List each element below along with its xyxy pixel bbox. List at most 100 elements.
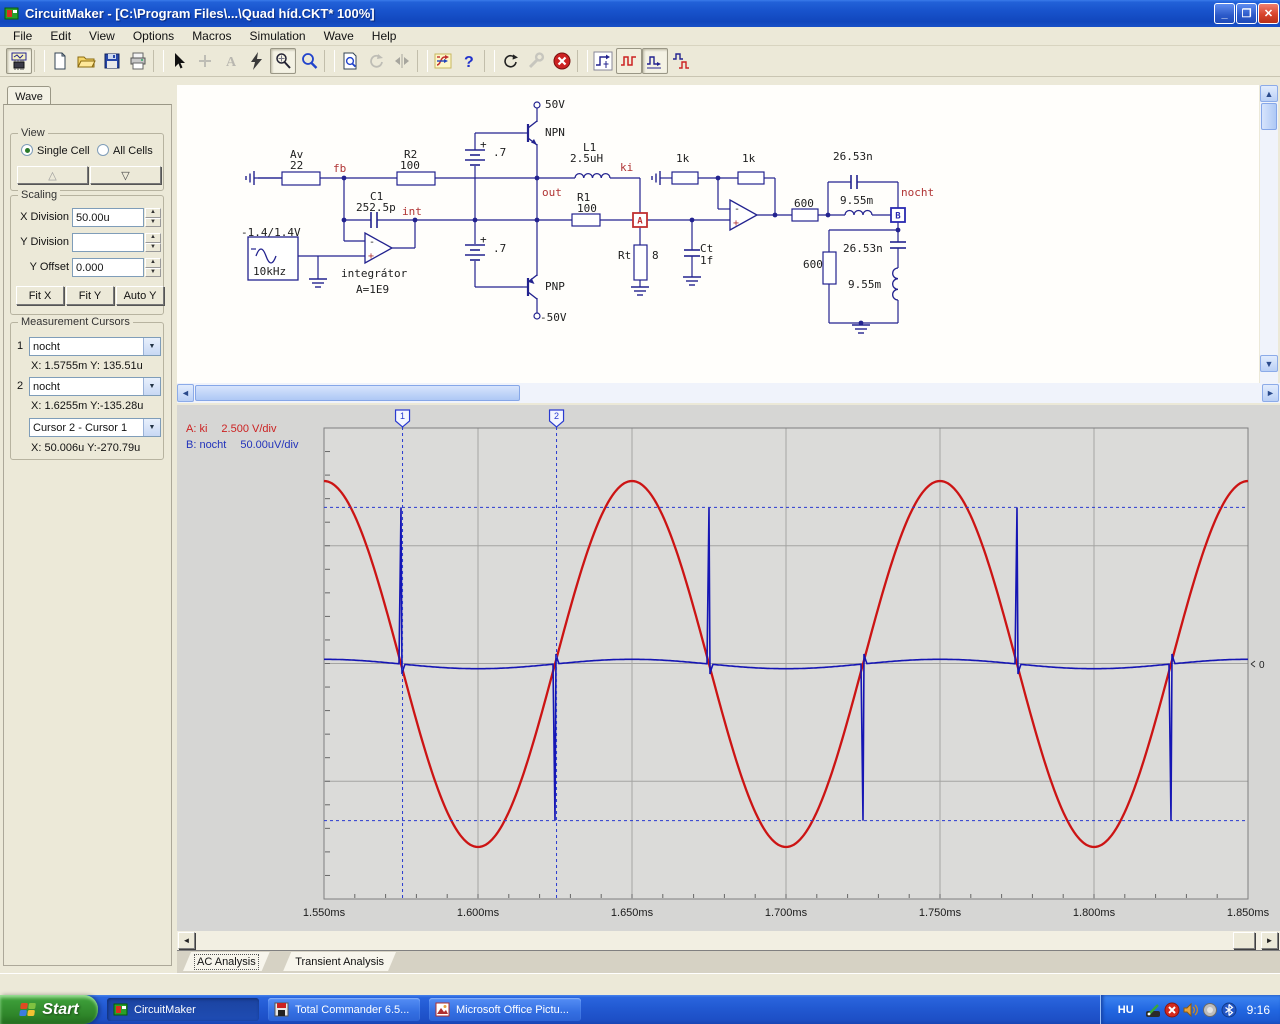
start-label: Start bbox=[42, 1000, 79, 1018]
schematic-drawing: - + - + A B bbox=[245, 101, 906, 334]
cell-up-button[interactable]: △ bbox=[17, 166, 88, 184]
print-icon[interactable] bbox=[125, 48, 151, 74]
check-connections-icon[interactable] bbox=[430, 48, 456, 74]
tablet-pen-icon[interactable] bbox=[1145, 1002, 1161, 1018]
tab-wave[interactable]: Wave bbox=[7, 86, 51, 106]
maximize-button[interactable]: ❐ bbox=[1236, 3, 1257, 24]
menu-edit[interactable]: Edit bbox=[41, 27, 80, 45]
cell-down-button[interactable]: ▽ bbox=[90, 166, 161, 184]
rotate-icon[interactable] bbox=[363, 48, 389, 74]
combo-arrow-icon[interactable]: ▼ bbox=[143, 419, 160, 436]
probe-tool-icon[interactable] bbox=[270, 48, 296, 74]
wire-plus-tool-icon[interactable] bbox=[192, 48, 218, 74]
tab-ac-analysis[interactable]: AC Analysis bbox=[183, 952, 270, 971]
scroll-right-arrow-icon[interactable]: ► bbox=[1262, 384, 1279, 402]
tab-label: AC Analysis bbox=[197, 955, 256, 968]
input-y-offset[interactable]: 0.000 bbox=[72, 258, 144, 277]
scroll-up-arrow-icon[interactable]: ▲ bbox=[1260, 85, 1278, 102]
schematic-canvas[interactable]: - + - + A B 50V NPN Av 22 fb R2 100 C1 252.5p int out -1.… bbox=[177, 85, 1259, 383]
menu-view[interactable]: View bbox=[80, 27, 124, 45]
open-folder-icon[interactable] bbox=[73, 48, 99, 74]
menu-options[interactable]: Options bbox=[124, 27, 183, 45]
menu-simulation[interactable]: Simulation bbox=[241, 27, 315, 45]
fit-y-button[interactable]: Fit Y bbox=[66, 286, 114, 305]
volume-icon[interactable] bbox=[1183, 1002, 1199, 1018]
wave-scroll-thumb[interactable] bbox=[1233, 932, 1255, 949]
spinner-y-offset[interactable]: ▲ ▼ bbox=[145, 258, 161, 277]
tab-label: Transient Analysis bbox=[295, 955, 385, 968]
spin-down-icon[interactable]: ▼ bbox=[145, 242, 161, 252]
bluetooth-icon[interactable] bbox=[1221, 1002, 1237, 1018]
analog-waveform-icon[interactable] bbox=[642, 48, 668, 74]
cursor-diff-combo[interactable]: Cursor 2 - Cursor 1 ▼ bbox=[29, 418, 161, 437]
new-document-icon[interactable] bbox=[47, 48, 73, 74]
combo-arrow-icon[interactable]: ▼ bbox=[143, 338, 160, 355]
taskbar-task-total[interactable]: Total Commander 6.5... bbox=[268, 998, 420, 1021]
digital-waveform-icon[interactable] bbox=[616, 48, 642, 74]
board-browser-icon[interactable] bbox=[6, 48, 32, 74]
combo-arrow-icon[interactable]: ▼ bbox=[143, 378, 160, 395]
security-alert-icon[interactable] bbox=[1164, 1002, 1180, 1018]
auto-y-button[interactable]: Auto Y bbox=[116, 286, 164, 305]
scroll-down-arrow-icon[interactable]: ▼ bbox=[1260, 355, 1278, 372]
cursor-2-source-combo[interactable]: nocht ▼ bbox=[29, 377, 161, 396]
tab-transient-analysis[interactable]: Transient Analysis bbox=[283, 952, 396, 971]
x-tick-label: 1.700ms bbox=[765, 907, 808, 919]
spinner-x-division[interactable]: ▲ ▼ bbox=[145, 208, 161, 227]
zoom-tool-icon[interactable] bbox=[296, 48, 322, 74]
toolbar: A? bbox=[0, 46, 1280, 77]
cursor-tool-icon[interactable] bbox=[166, 48, 192, 74]
svg-text:-: - bbox=[369, 237, 375, 248]
menu-macros[interactable]: Macros bbox=[183, 27, 240, 45]
find-part-icon[interactable] bbox=[337, 48, 363, 74]
save-icon[interactable] bbox=[99, 48, 125, 74]
wave-scroll-left-icon[interactable]: ◄ bbox=[178, 932, 195, 949]
scroll-left-arrow-icon[interactable]: ◄ bbox=[177, 384, 194, 402]
scaling-group: Scaling X Division 50.00u ▲ ▼ Y Division ▲ ▼ Y … bbox=[10, 189, 164, 315]
radio-all-cells[interactable] bbox=[97, 144, 109, 156]
minimize-button[interactable]: _ bbox=[1214, 3, 1235, 24]
mixed-waveform-icon[interactable] bbox=[668, 48, 694, 74]
cursor-flag-label: 1 bbox=[400, 411, 405, 421]
fit-x-button[interactable]: Fit X bbox=[16, 286, 64, 305]
spinner-y-division[interactable]: ▲ ▼ bbox=[145, 233, 161, 252]
input-x-division[interactable]: 50.00u bbox=[72, 208, 144, 227]
taskbar-task-circuitmaker[interactable]: CircuitMaker bbox=[107, 998, 259, 1021]
spin-up-icon[interactable]: ▲ bbox=[145, 233, 161, 243]
schematic-label-int: int bbox=[402, 205, 422, 218]
reset-icon[interactable] bbox=[497, 48, 523, 74]
hardware-icon[interactable] bbox=[1202, 1002, 1218, 1018]
text-tool-icon[interactable]: A bbox=[218, 48, 244, 74]
field-label-y-offset: Y Offset bbox=[29, 261, 69, 273]
language-indicator[interactable]: HU bbox=[1113, 1003, 1139, 1017]
spin-down-icon[interactable]: ▼ bbox=[145, 267, 161, 277]
taskbar-task-microsoft[interactable]: Microsoft Office Pictu... bbox=[429, 998, 581, 1021]
radio-single-cell[interactable] bbox=[21, 144, 33, 156]
spin-up-icon[interactable]: ▲ bbox=[145, 208, 161, 218]
x-tick-label: 1.650ms bbox=[611, 907, 654, 919]
waveform-chart[interactable]: 1 2 0 1.550ms 1.600ms 1.650ms 1.700ms 1.750ms 1.… bbox=[177, 405, 1280, 931]
start-button[interactable]: Start bbox=[0, 995, 98, 1024]
input-y-division[interactable] bbox=[72, 233, 144, 252]
lightning-delete-icon[interactable] bbox=[244, 48, 270, 74]
x-tick-label: 1.600ms bbox=[457, 907, 500, 919]
schematic-vscrollbar[interactable]: ▲ ▼ bbox=[1260, 85, 1278, 383]
vscroll-thumb[interactable] bbox=[1261, 103, 1277, 130]
wrench-icon[interactable] bbox=[523, 48, 549, 74]
transient-setup-icon[interactable] bbox=[590, 48, 616, 74]
cursor-1-source-combo[interactable]: nocht ▼ bbox=[29, 337, 161, 356]
menu-file[interactable]: File bbox=[4, 27, 41, 45]
close-button[interactable]: ✕ bbox=[1258, 3, 1279, 24]
menu-help[interactable]: Help bbox=[363, 27, 406, 45]
mirror-icon[interactable] bbox=[389, 48, 415, 74]
schematic-hscrollbar[interactable]: ◄ ► bbox=[177, 383, 1280, 403]
menu-wave[interactable]: Wave bbox=[315, 27, 363, 45]
stop-simulation-icon[interactable] bbox=[549, 48, 575, 74]
spin-up-icon[interactable]: ▲ bbox=[145, 258, 161, 268]
taskbar-clock[interactable]: 9:16 bbox=[1247, 1003, 1270, 1017]
spin-down-icon[interactable]: ▼ bbox=[145, 217, 161, 227]
hscroll-thumb[interactable] bbox=[195, 385, 520, 401]
help-icon[interactable]: ? bbox=[456, 48, 482, 74]
waveform-hscrollbar[interactable]: ◄ ► bbox=[177, 931, 1280, 950]
wave-scroll-right-icon[interactable]: ► bbox=[1261, 932, 1278, 949]
